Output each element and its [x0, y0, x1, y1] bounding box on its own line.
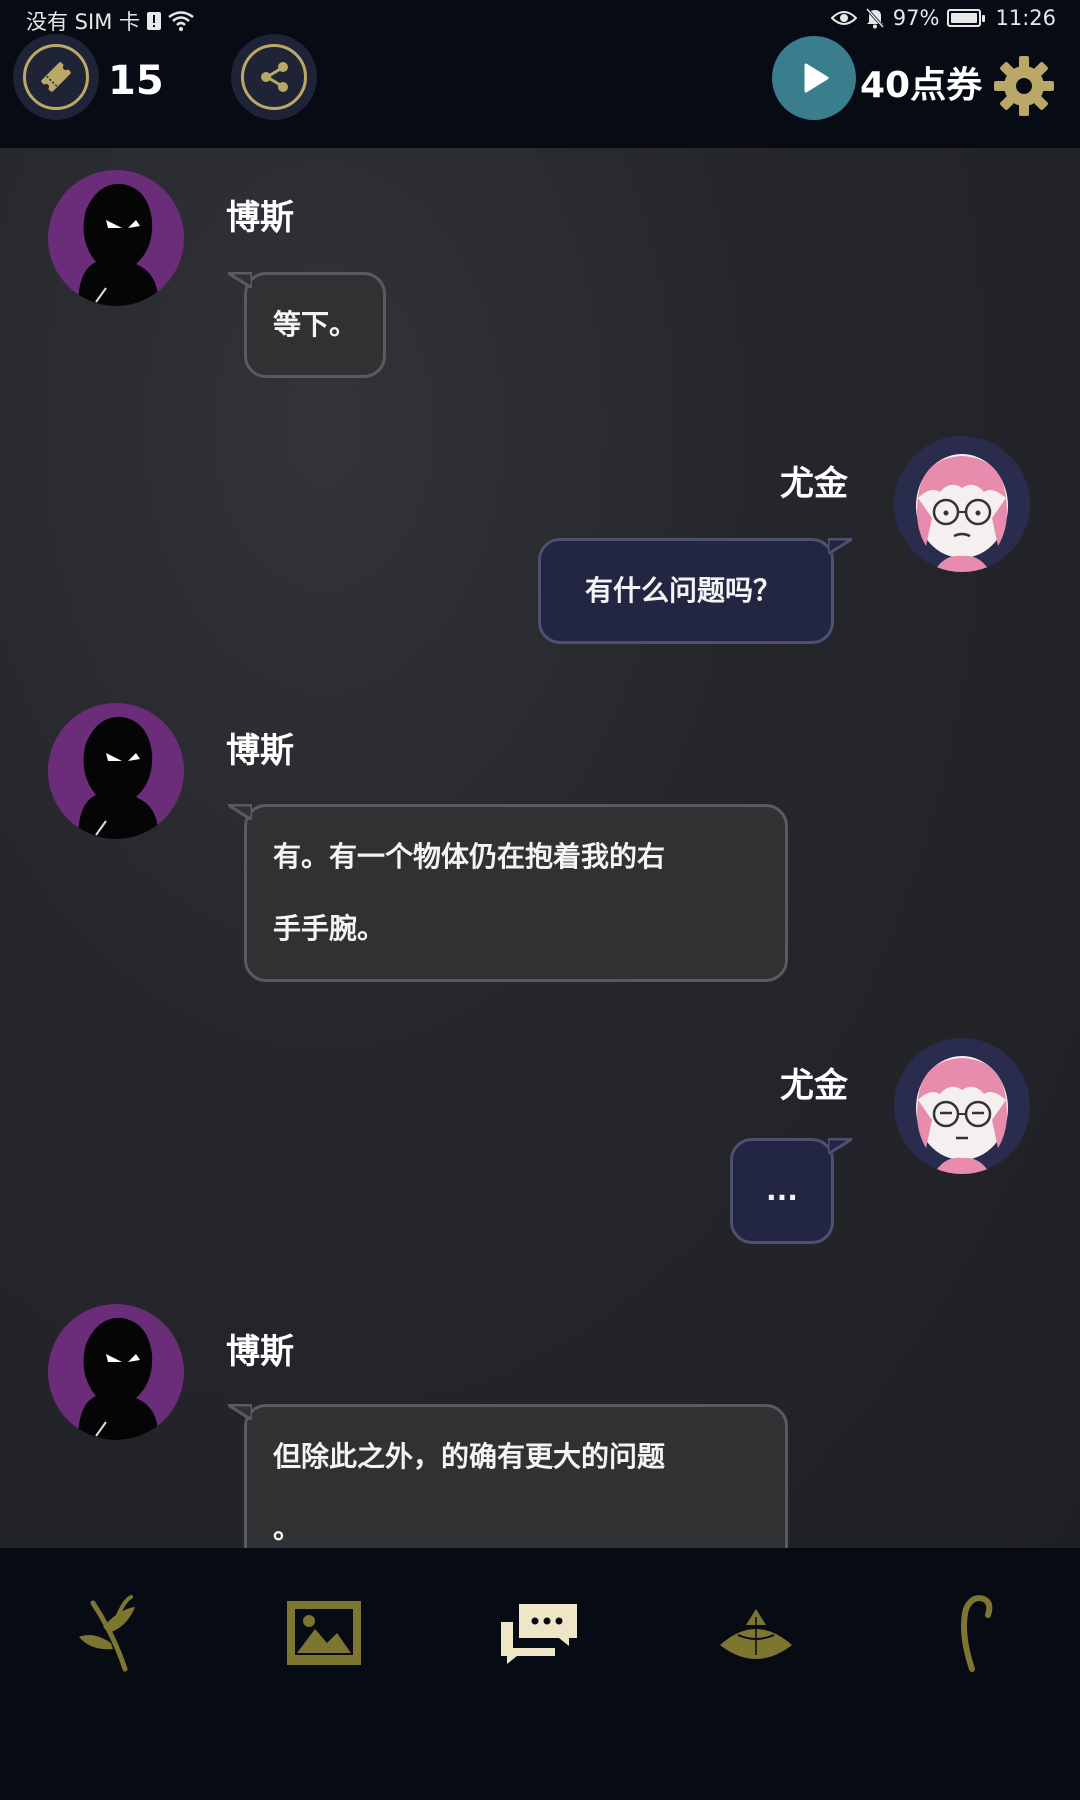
bubble-tail: [828, 1138, 852, 1154]
gallery-icon: [287, 1601, 361, 1665]
message-line: 等下。: [273, 308, 358, 341]
speaker-name: 博斯: [226, 198, 294, 238]
nav-cane[interactable]: [922, 1588, 1022, 1678]
eye-icon: [830, 11, 857, 25]
speaker-name: 博斯: [226, 1332, 294, 1372]
message-line: ...: [766, 1174, 798, 1207]
status-bar: 没有 SIM 卡 97% 11:26: [0, 0, 1080, 40]
nav-hat[interactable]: [706, 1588, 806, 1678]
message-line: 有。有一个物体仍在抱着我的右: [273, 840, 666, 873]
speaker-name: 尤金: [780, 1066, 848, 1106]
points-label: 40点券: [860, 65, 983, 106]
status-left: 没有 SIM 卡: [26, 6, 194, 36]
sprout-icon: [79, 1595, 135, 1672]
gear-icon[interactable]: [992, 54, 1056, 118]
message-bubble: 有什么问题吗？: [538, 538, 834, 644]
message-bubble: 等下。: [244, 272, 387, 378]
clock-text: 11:26: [995, 6, 1056, 30]
bubble-tail: [828, 538, 852, 554]
nav-sprout[interactable]: [58, 1588, 158, 1678]
boss-avatar[interactable]: [48, 1304, 184, 1440]
status-right: 97% 11:26: [830, 6, 1056, 30]
battery-percent: 97%: [892, 6, 940, 30]
message-line: 但除此之外，的确有更大的问题: [273, 1440, 666, 1473]
message-line: 。: [273, 1512, 302, 1545]
wifi-icon: [168, 11, 194, 31]
chat-area[interactable]: 博斯 等下。 尤金 有什么问题吗？ 博斯 有。有一个物体仍在抱着我的右 手手腕。…: [0, 148, 1080, 1548]
eugene-avatar[interactable]: [894, 1038, 1030, 1174]
ticket-icon: [23, 44, 89, 110]
boss-avatar[interactable]: [48, 703, 184, 839]
battery-icon: [947, 9, 986, 27]
hat-icon: [720, 1609, 792, 1659]
eugene-avatar[interactable]: [894, 436, 1030, 572]
boss-avatar[interactable]: [48, 170, 184, 306]
ticket-button[interactable]: [13, 34, 99, 120]
top-bar: 15 40点券: [0, 34, 1080, 148]
message-bubble: 有。有一个物体仍在抱着我的右 手手腕。: [244, 804, 788, 982]
nav-gallery[interactable]: [274, 1588, 374, 1678]
play-button[interactable]: [772, 36, 856, 120]
ticket-count: 15: [108, 58, 164, 104]
cane-icon: [961, 1595, 993, 1672]
nav-chat[interactable]: [490, 1588, 590, 1678]
share-icon: [241, 44, 307, 110]
bottom-nav: [0, 1548, 1080, 1800]
share-button[interactable]: [231, 34, 317, 120]
message-line: 手手腕。: [273, 912, 386, 945]
bubble-tail: [228, 804, 252, 820]
message-line: 有什么问题吗？: [585, 574, 782, 607]
message-bubble: ...: [730, 1138, 834, 1244]
message-bubble: 但除此之外，的确有更大的问题 。: [244, 1404, 788, 1548]
bubble-tail: [228, 1404, 252, 1420]
bubble-tail: [228, 272, 252, 288]
speaker-name: 尤金: [780, 464, 848, 504]
sim-alert-icon: [147, 12, 161, 30]
speaker-name: 博斯: [226, 731, 294, 771]
chat-icon: [501, 1604, 577, 1664]
mute-bell-icon: [865, 8, 884, 29]
carrier-text: 没有 SIM 卡: [26, 10, 140, 34]
play-icon: [804, 63, 829, 93]
